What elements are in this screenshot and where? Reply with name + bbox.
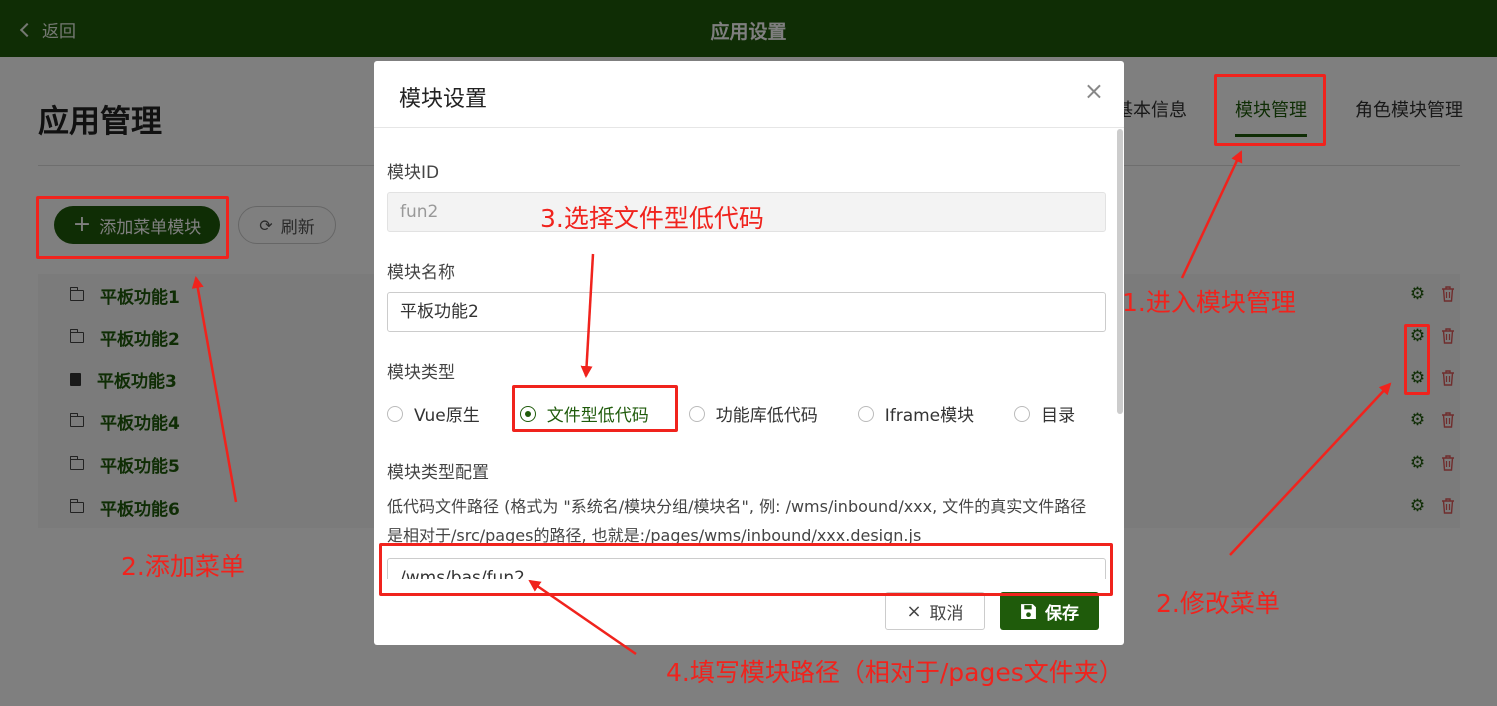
annotation-step1: 1.进入模块管理 [1122,288,1296,317]
annotation-step4: 4.填写模块路径（相对于/pages文件夹） [666,658,1124,687]
arrow-step2-add [191,276,238,503]
arrow-step3 [580,253,595,378]
arrow-step4 [528,579,637,656]
arrow-step1 [1180,150,1243,279]
arrow-step2-edit [1229,382,1392,556]
annotation-step2-add: 2.添加菜单 [121,552,245,581]
annotation-step3: 3.选择文件型低代码 [540,204,764,233]
annotation-step2-edit: 2.修改菜单 [1156,589,1280,618]
